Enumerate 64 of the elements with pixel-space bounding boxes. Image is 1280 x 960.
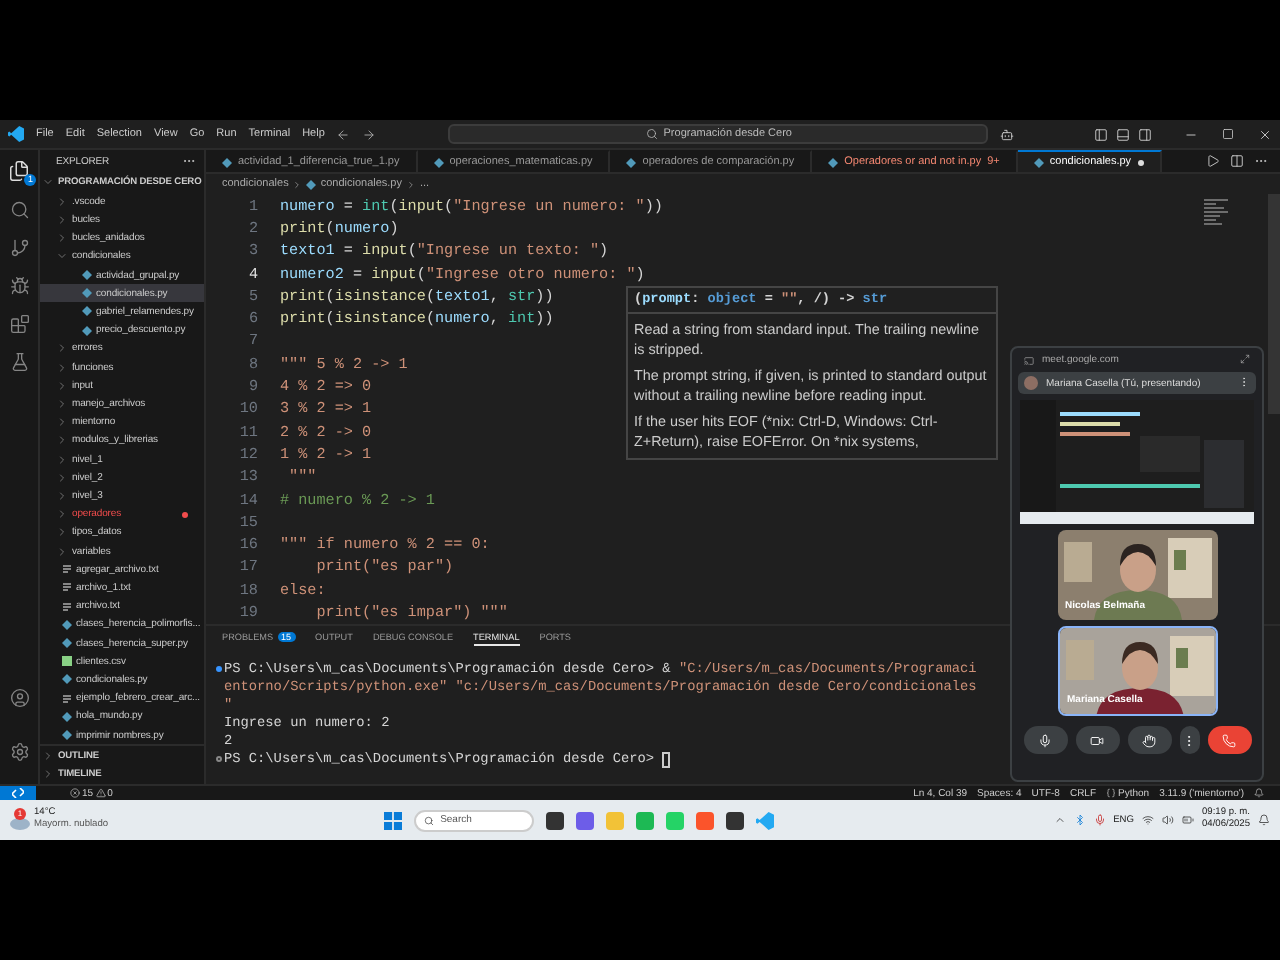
notifications-icon[interactable] (1258, 814, 1270, 826)
text-file-icon (62, 601, 72, 612)
bug-icon[interactable] (9, 276, 29, 296)
split-editor-icon[interactable] (1230, 154, 1244, 168)
hand-icon (1142, 733, 1156, 747)
microphone-button[interactable] (1023, 726, 1067, 754)
phone-icon (1222, 733, 1236, 747)
python-file-icon (62, 674, 72, 685)
toggle-sidebar-icon[interactable] (1094, 127, 1108, 141)
error-icon (70, 788, 80, 798)
wifi-icon[interactable] (1141, 814, 1154, 826)
chevron-right-icon (292, 179, 303, 189)
flask-icon[interactable] (9, 352, 29, 372)
close-icon[interactable] (1258, 127, 1272, 141)
volume-icon[interactable] (1161, 814, 1174, 826)
start-icon[interactable] (384, 811, 403, 829)
camera-button[interactable] (1075, 726, 1119, 754)
text-file-icon (62, 693, 72, 704)
python-file-icon (222, 157, 232, 167)
microphone-icon (1038, 733, 1052, 747)
editor-logo-icon (8, 126, 24, 142)
avatar (1024, 376, 1038, 390)
microphone-icon[interactable] (1093, 814, 1106, 826)
run-icon[interactable] (1206, 154, 1220, 168)
search-icon[interactable] (9, 200, 29, 220)
warning-icon (95, 788, 106, 798)
python-file-icon (1033, 157, 1044, 167)
python-file-icon (433, 157, 444, 167)
chevron-down-icon (56, 250, 68, 263)
unsaved-dot-icon (1137, 159, 1144, 165)
error-dot-icon (182, 511, 188, 518)
python-file-icon (306, 179, 317, 189)
text-file-icon (62, 564, 72, 575)
remote-button[interactable] (0, 785, 36, 801)
raise-hand-button[interactable] (1127, 726, 1171, 754)
files-icon[interactable] (8, 160, 30, 182)
extensions-icon[interactable] (9, 314, 29, 334)
back-arrow-icon[interactable] (336, 127, 351, 141)
source-control-icon[interactable] (9, 238, 29, 258)
python-file-icon (828, 157, 839, 167)
forward-arrow-icon[interactable] (362, 127, 377, 141)
settings-icon[interactable] (9, 742, 29, 762)
search-icon (645, 128, 658, 140)
bluetooth-icon[interactable] (1073, 814, 1086, 826)
account-icon[interactable] (9, 688, 29, 708)
robot-icon[interactable] (1000, 127, 1015, 141)
remote-icon (12, 788, 24, 798)
end-call-button[interactable] (1207, 726, 1251, 754)
maximize-icon[interactable] (1222, 127, 1234, 139)
spreadsheet-file-icon (62, 656, 72, 667)
search-icon (424, 815, 435, 825)
more-options-button[interactable] (1179, 726, 1199, 754)
text-file-icon (62, 582, 72, 593)
expand-icon[interactable] (1240, 353, 1250, 363)
camera-icon (1090, 733, 1104, 747)
notification-bell-icon[interactable] (1254, 787, 1264, 797)
chevron-down-icon (42, 176, 54, 189)
braces-icon (1106, 788, 1117, 798)
toggle-panel-icon[interactable] (1116, 127, 1130, 141)
toggle-secondary-sidebar-icon[interactable] (1138, 127, 1152, 141)
battery-icon[interactable] (1181, 814, 1194, 826)
meeting-icon (1024, 355, 1034, 365)
chevron-right-icon (406, 179, 416, 189)
python-file-icon (626, 157, 637, 167)
